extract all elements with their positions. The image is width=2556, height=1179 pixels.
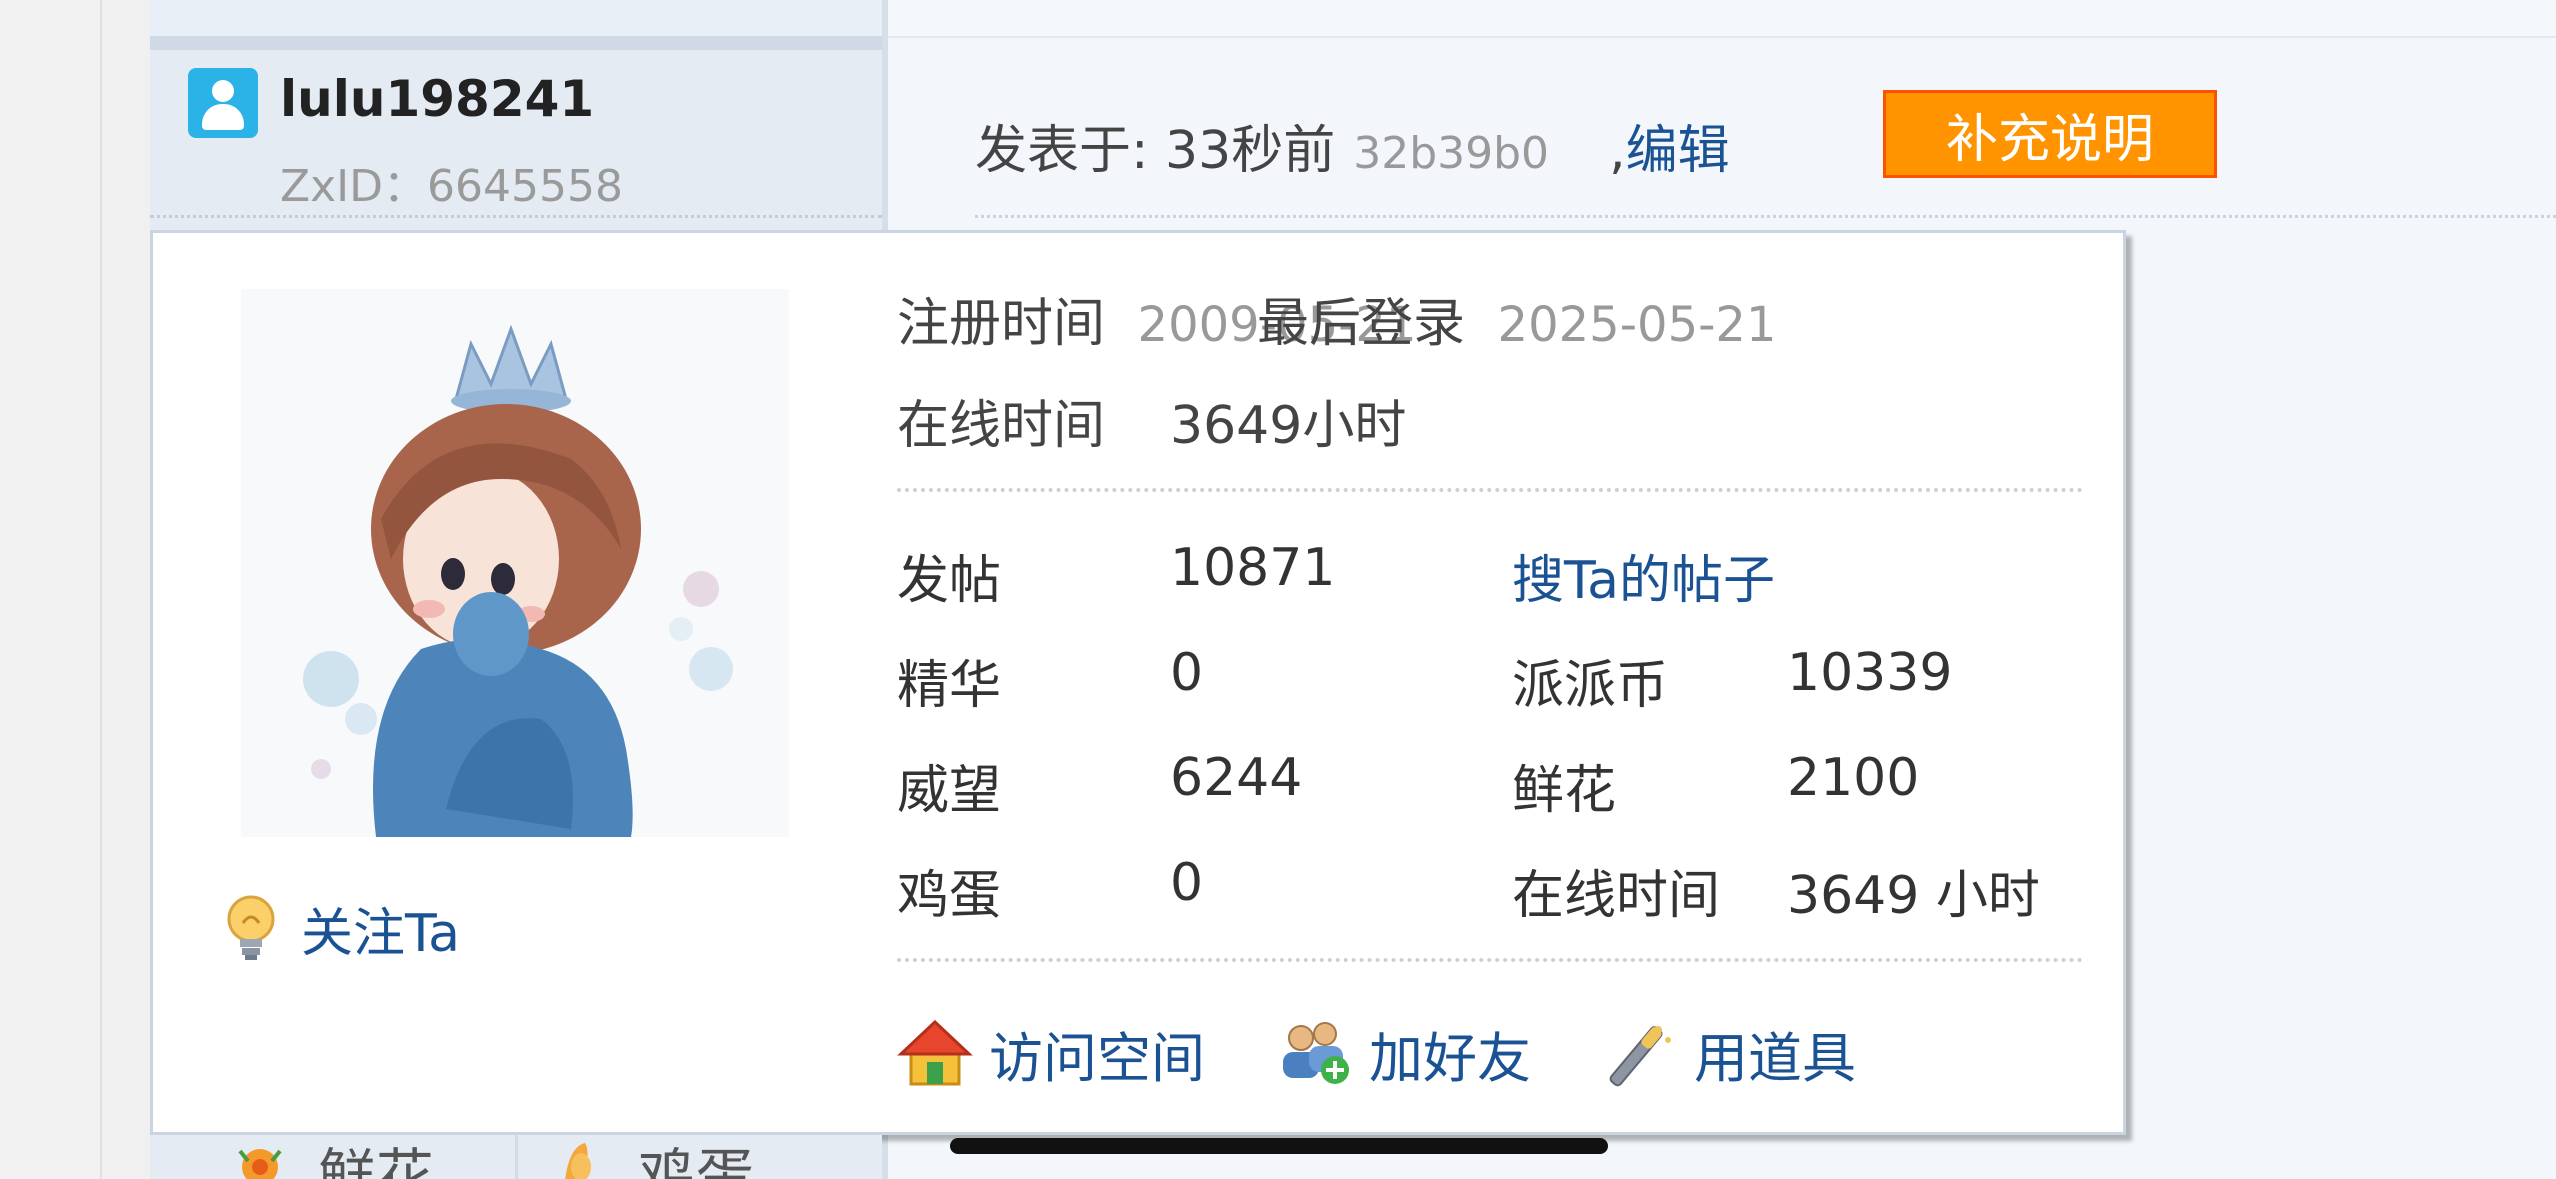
page-margin xyxy=(0,0,100,1179)
visit-space-label: 访问空间 xyxy=(989,1026,1205,1090)
flowers-button[interactable]: 鲜花 xyxy=(318,1135,434,1179)
online-value-cell: 3649小时 xyxy=(1170,383,1406,458)
use-item-label: 用道具 xyxy=(1694,1026,1856,1090)
prestige-label: 威望 xyxy=(897,761,1002,821)
author-zxid: ZxID：6645558 xyxy=(280,161,623,212)
post-content-top xyxy=(888,0,2556,38)
coins-label: 派派币 xyxy=(1512,656,1669,716)
user-icon xyxy=(188,68,258,138)
online2-value: 3649 小时 xyxy=(1787,866,2040,926)
posts-label: 发帖 xyxy=(897,551,1002,611)
info-divider-2 xyxy=(897,958,2083,962)
eggs-button[interactable]: 鸡蛋 xyxy=(638,1135,754,1179)
register-label: 注册时间 xyxy=(897,294,1106,354)
magic-wand-icon xyxy=(1609,1026,1671,1087)
last-login-label: 最后登录 xyxy=(1257,294,1466,354)
home-icon xyxy=(897,1019,973,1086)
edit-link[interactable]: 编辑 xyxy=(1626,121,1730,181)
add-friend-button[interactable]: 加好友 xyxy=(1277,1008,1531,1098)
eggs-value: 0 xyxy=(1170,853,1204,913)
last-login-date: 2025-05-21 xyxy=(1497,297,1777,353)
page-margin-divider xyxy=(100,0,102,1179)
meta-comma: , xyxy=(1609,121,1626,181)
posted-time: 发表于: 33秒前 xyxy=(975,121,1336,181)
forum-post-frame: lulu198241 ZxID：6645558 发表于: 33秒前 32b39b0… xyxy=(0,0,2556,1179)
online2-label: 在线时间 xyxy=(1512,866,1721,926)
flowers-label: 鲜花 xyxy=(1512,761,1617,821)
rating-divider xyxy=(515,1135,518,1179)
popup-actions: 访问空间 加好友 用道具 xyxy=(897,1008,2097,1098)
eggs-label: 鸡蛋 xyxy=(897,866,1002,926)
avatar[interactable] xyxy=(241,289,789,837)
online-row: 在线时间 xyxy=(897,383,1105,458)
author-rating-bar: 鲜花 鸡蛋 xyxy=(150,1135,882,1179)
follow-label: 关注Ta xyxy=(301,903,461,964)
add-friend-label: 加好友 xyxy=(1369,1026,1531,1090)
essence-label: 精华 xyxy=(897,656,1002,716)
post-meta: 发表于: 33秒前 32b39b0 ,编辑 xyxy=(975,108,1730,183)
search-posts-link[interactable]: 搜Ta的帖子 xyxy=(1512,538,1775,613)
info-divider-1 xyxy=(897,488,2083,492)
author-column-top xyxy=(150,0,882,50)
essence-value: 0 xyxy=(1170,643,1204,703)
posts-value: 10871 xyxy=(1170,538,1336,598)
post-header-divider xyxy=(975,215,2556,218)
flowers-value: 2100 xyxy=(1787,748,1920,808)
avatar-illustration xyxy=(241,289,789,837)
flower-icon xyxy=(238,1149,282,1179)
user-info-panel: 注册时间 2009-05-21 最后登录 2025-05-21 在线时间 364… xyxy=(897,233,2097,1133)
prestige-value: 6244 xyxy=(1170,748,1303,808)
author-username[interactable]: lulu198241 xyxy=(280,70,594,128)
supplement-button[interactable]: 补充说明 xyxy=(1883,90,2217,178)
home-indicator[interactable] xyxy=(950,1138,1608,1154)
lightbulb-icon xyxy=(227,895,275,960)
add-friend-icon xyxy=(1283,1022,1349,1084)
online-value: 3649小时 xyxy=(1170,396,1407,456)
use-item-button[interactable]: 用道具 xyxy=(1602,1008,1856,1098)
coins-value: 10339 xyxy=(1787,643,1953,703)
user-info-popup: 关注Ta 注册时间 2009-05-21 最后登录 2025-05-21 在线时… xyxy=(150,230,2126,1135)
author-header-divider xyxy=(150,215,882,218)
post-hash: 32b39b0 xyxy=(1353,128,1550,179)
visit-space-button[interactable]: 访问空间 xyxy=(897,1008,1205,1098)
follow-button[interactable]: 关注Ta xyxy=(223,888,460,968)
egg-icon xyxy=(565,1143,591,1179)
online-label: 在线时间 xyxy=(897,396,1106,456)
last-login-row: 最后登录 2025-05-21 xyxy=(1257,281,1777,356)
